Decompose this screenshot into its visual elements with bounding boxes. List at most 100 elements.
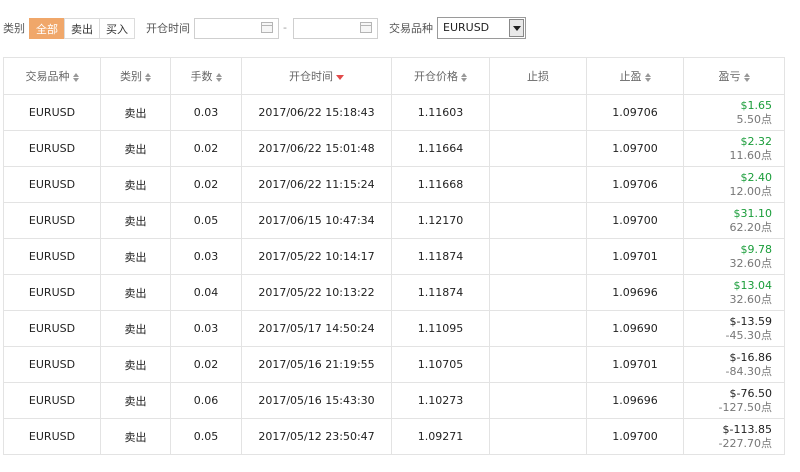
header-lots[interactable]: 手数: [170, 57, 242, 95]
cell-open-price: 1.09271: [391, 418, 490, 455]
cell-lots: 0.05: [170, 418, 242, 455]
chevron-down-icon[interactable]: [509, 19, 524, 37]
sort-icon[interactable]: [215, 72, 222, 82]
cell-take-profit: 1.09706: [586, 94, 684, 131]
cell-open-time: 2017/06/22 11:15:24: [241, 166, 392, 203]
calendar-icon[interactable]: [261, 22, 273, 33]
table-row: EURUSD 卖出 0.03 2017/06/22 15:18:43 1.116…: [3, 94, 785, 131]
pnl-amount: $1.65: [740, 98, 773, 112]
filter-sell-button[interactable]: 卖出: [64, 18, 100, 39]
cell-take-profit: 1.09690: [586, 310, 684, 347]
cell-lots: 0.04: [170, 274, 242, 311]
cell-take-profit: 1.09696: [586, 382, 684, 419]
cell-symbol: EURUSD: [3, 274, 101, 311]
header-symbol[interactable]: 交易品种: [3, 57, 101, 95]
table-row: EURUSD 卖出 0.03 2017/05/22 10:14:17 1.118…: [3, 238, 785, 275]
cell-open-time: 2017/06/22 15:18:43: [241, 94, 392, 131]
pnl-points: -127.50点: [718, 400, 772, 414]
cell-symbol: EURUSD: [3, 418, 101, 455]
cell-take-profit: 1.09700: [586, 418, 684, 455]
filter-buy-button[interactable]: 买入: [99, 18, 135, 39]
cell-symbol: EURUSD: [3, 202, 101, 239]
cell-open-time: 2017/06/22 15:01:48: [241, 130, 392, 167]
pnl-points: 11.60点: [729, 148, 773, 162]
cell-pnl: $13.04 32.60点: [683, 274, 785, 311]
cell-stop-loss: [489, 346, 587, 383]
cell-pnl: $9.78 32.60点: [683, 238, 785, 275]
sort-icon[interactable]: [644, 72, 651, 82]
cell-type: 卖出: [100, 238, 171, 275]
pnl-amount: $2.40: [740, 170, 773, 184]
cell-type: 卖出: [100, 166, 171, 203]
sort-icon[interactable]: [72, 72, 79, 82]
cell-take-profit: 1.09700: [586, 130, 684, 167]
cell-symbol: EURUSD: [3, 382, 101, 419]
pnl-points: 62.20点: [729, 220, 773, 234]
date-separator: -: [283, 21, 287, 34]
cell-take-profit: 1.09706: [586, 166, 684, 203]
cell-lots: 0.03: [170, 94, 242, 131]
cell-type: 卖出: [100, 274, 171, 311]
cell-pnl: $-13.59 -45.30点: [683, 310, 785, 347]
cell-stop-loss: [489, 274, 587, 311]
pnl-amount: $-16.86: [729, 350, 772, 364]
cell-type: 卖出: [100, 346, 171, 383]
cell-open-price: 1.11874: [391, 274, 490, 311]
pnl-amount: $-13.59: [729, 314, 772, 328]
symbol-label: 交易品种: [389, 22, 433, 35]
cell-symbol: EURUSD: [3, 310, 101, 347]
cell-open-time: 2017/05/12 23:50:47: [241, 418, 392, 455]
sort-icon[interactable]: [743, 72, 750, 82]
cell-type: 卖出: [100, 382, 171, 419]
filter-all-button[interactable]: 全部: [29, 18, 65, 39]
header-open-price[interactable]: 开仓价格: [391, 57, 490, 95]
table-header-row: 交易品种 类别 手数 开仓时间 开仓价格 止损 止盈 盈亏: [3, 57, 785, 95]
cell-pnl: $-16.86 -84.30点: [683, 346, 785, 383]
pnl-points: -84.30点: [725, 364, 772, 378]
cell-take-profit: 1.09701: [586, 238, 684, 275]
cell-lots: 0.02: [170, 346, 242, 383]
filter-bar: 类别 全部 卖出 买入 开仓时间 - 交易品种 EURUSD: [0, 0, 800, 57]
cell-pnl: $-76.50 -127.50点: [683, 382, 785, 419]
date-from-input[interactable]: [194, 18, 279, 39]
pnl-points: -45.30点: [725, 328, 772, 342]
pnl-amount: $9.78: [740, 242, 773, 256]
pnl-points: 32.60点: [729, 292, 773, 306]
symbol-select[interactable]: EURUSD: [437, 17, 526, 39]
cell-stop-loss: [489, 238, 587, 275]
cell-open-time: 2017/05/17 14:50:24: [241, 310, 392, 347]
pnl-amount: $31.10: [733, 206, 773, 220]
cell-stop-loss: [489, 310, 587, 347]
cell-lots: 0.02: [170, 166, 242, 203]
header-pnl[interactable]: 盈亏: [683, 57, 785, 95]
table-row: EURUSD 卖出 0.04 2017/05/22 10:13:22 1.118…: [3, 274, 785, 311]
cell-take-profit: 1.09696: [586, 274, 684, 311]
header-take-profit[interactable]: 止盈: [586, 57, 684, 95]
cell-lots: 0.06: [170, 382, 242, 419]
cell-symbol: EURUSD: [3, 94, 101, 131]
cell-open-price: 1.11095: [391, 310, 490, 347]
calendar-icon[interactable]: [360, 22, 372, 33]
cell-lots: 0.03: [170, 238, 242, 275]
header-stop-loss: 止损: [489, 57, 587, 95]
header-type[interactable]: 类别: [100, 57, 171, 95]
table-row: EURUSD 卖出 0.02 2017/06/22 11:15:24 1.116…: [3, 166, 785, 203]
cell-stop-loss: [489, 382, 587, 419]
pnl-points: 32.60点: [729, 256, 773, 270]
sort-icon[interactable]: [461, 72, 467, 82]
cell-open-price: 1.10273: [391, 382, 490, 419]
cell-type: 卖出: [100, 130, 171, 167]
sort-icon[interactable]: [145, 72, 151, 82]
sort-desc-icon[interactable]: [336, 74, 344, 80]
pnl-points: 12.00点: [729, 184, 773, 198]
cell-type: 卖出: [100, 418, 171, 455]
pnl-points: 5.50点: [736, 112, 773, 126]
cell-pnl: $1.65 5.50点: [683, 94, 785, 131]
cell-symbol: EURUSD: [3, 346, 101, 383]
date-to-input[interactable]: [293, 18, 378, 39]
header-open-time[interactable]: 开仓时间: [241, 57, 392, 95]
pnl-amount: $-113.85: [722, 422, 772, 436]
table-row: EURUSD 卖出 0.03 2017/05/17 14:50:24 1.110…: [3, 310, 785, 347]
pnl-amount: $-76.50: [729, 386, 772, 400]
table-row: EURUSD 卖出 0.05 2017/06/15 10:47:34 1.121…: [3, 202, 785, 239]
